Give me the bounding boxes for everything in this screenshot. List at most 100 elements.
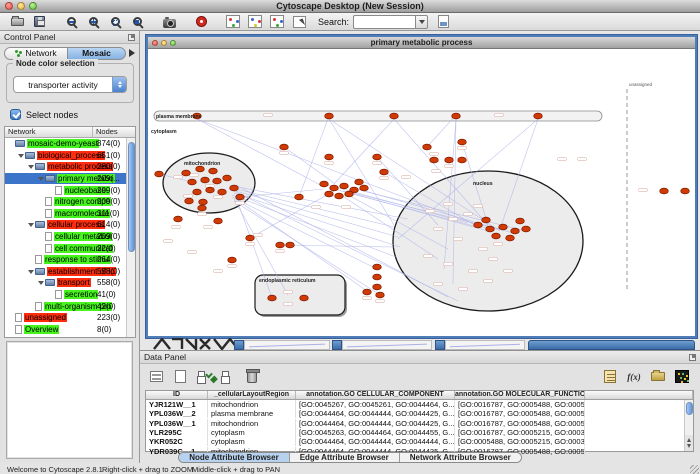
network-node[interactable] — [380, 169, 389, 175]
network-node[interactable] — [452, 113, 461, 119]
column-header-2[interactable]: annotation.GO CELLULAR_COMPONENT — [296, 391, 455, 399]
network-node[interactable] — [506, 235, 515, 241]
network-node[interactable] — [355, 179, 364, 185]
tab-network-attribute-browser[interactable]: Network Attribute Browser — [400, 453, 521, 462]
network-node[interactable] — [199, 199, 208, 205]
network-node[interactable] — [330, 185, 339, 191]
network-window-titlebar[interactable]: primary metabolic process — [148, 37, 695, 49]
network-node[interactable] — [214, 218, 223, 224]
tab-edge-attribute-browser[interactable]: Edge Attribute Browser — [290, 453, 400, 462]
network-node[interactable] — [499, 224, 508, 230]
background-window-fragment[interactable] — [435, 340, 445, 350]
network-node[interactable] — [681, 188, 690, 194]
tree-item-cellular-metabol[interactable]: cellular metabol209(0) — [5, 231, 135, 243]
snapshot-icon[interactable] — [158, 14, 180, 30]
network-node[interactable] — [423, 144, 432, 150]
tree-item-mosaic-demo-yeast[interactable]: mosaic-demo-yeast874(0) — [5, 138, 135, 150]
select-attributes-icon[interactable] — [193, 368, 215, 386]
float-panel-icon[interactable] — [128, 34, 135, 41]
tree-expand-icon[interactable] — [28, 163, 35, 170]
birds-eye-view[interactable] — [6, 341, 133, 459]
tab-node-attribute-browser[interactable]: Node Attribute Browser — [179, 453, 290, 462]
tree-item-transport[interactable]: transport558(0) — [5, 277, 135, 289]
network-node[interactable] — [660, 188, 669, 194]
network-node[interactable] — [185, 198, 194, 204]
search-dropdown-button[interactable] — [415, 15, 428, 29]
filter-icon[interactable] — [266, 14, 288, 30]
network-node[interactable] — [155, 171, 164, 177]
network-node[interactable] — [223, 175, 232, 181]
network-node[interactable] — [320, 181, 329, 187]
tree-item-multi-organism-pro[interactable]: multi-organism pro42(0) — [5, 300, 135, 312]
help-icon[interactable] — [190, 14, 212, 30]
zoom-in-icon[interactable] — [82, 14, 104, 30]
network-node[interactable] — [373, 284, 382, 290]
tree-item-cell-communicat[interactable]: cell communicat22(0) — [5, 242, 135, 254]
matrix-icon[interactable] — [671, 368, 693, 386]
tab-overflow-arrow-icon[interactable] — [129, 49, 135, 57]
network-node[interactable] — [373, 154, 382, 160]
network-node[interactable] — [325, 191, 334, 197]
table-row[interactable]: YPL036W__2plasma membrane[GO:0044464, GO… — [146, 409, 693, 418]
network-node[interactable] — [445, 157, 454, 163]
resize-grip[interactable] — [690, 465, 699, 474]
network-node[interactable] — [430, 157, 439, 163]
search-input[interactable] — [353, 15, 415, 29]
zoom-out-icon[interactable] — [60, 14, 82, 30]
network-node[interactable] — [486, 226, 495, 232]
node-color-dropdown[interactable]: transporter activity — [13, 76, 127, 93]
zoom-window-button[interactable] — [29, 2, 37, 10]
close-button[interactable] — [5, 2, 13, 10]
tree-item-macromolecule[interactable]: macromolecule311(0) — [5, 208, 135, 220]
network-node[interactable] — [230, 185, 239, 191]
network-node[interactable] — [458, 139, 467, 145]
table-row[interactable]: YKR052Ccytoplasm[GO:0044464, GO:0044444,… — [146, 437, 693, 446]
network-node[interactable] — [325, 154, 334, 160]
network-node[interactable] — [295, 194, 304, 200]
minimize-button[interactable] — [17, 2, 25, 10]
network-canvas[interactable]: plasma membranecytoplasmmitochondrionnuc… — [148, 49, 695, 336]
network-node[interactable] — [340, 183, 349, 189]
network-node[interactable] — [201, 177, 210, 183]
table-row[interactable]: YPL036W__1mitochondrion[GO:0044464, GO:0… — [146, 419, 693, 428]
tree-expand-icon[interactable] — [18, 152, 25, 159]
zoom-fit-icon[interactable] — [126, 14, 148, 30]
network-node[interactable] — [373, 274, 382, 280]
zoom-selected-icon[interactable] — [104, 14, 126, 30]
tree-item-primary-metabo[interactable]: primary metabo209(... — [5, 173, 135, 185]
tree-expand-icon[interactable] — [38, 175, 45, 182]
network-node[interactable] — [335, 193, 344, 199]
network-node[interactable] — [280, 144, 289, 150]
save-session-icon[interactable] — [28, 14, 50, 30]
vizmapper-icon[interactable] — [244, 14, 266, 30]
background-window-fragment[interactable] — [332, 340, 342, 350]
tree-expand-icon[interactable] — [38, 279, 45, 286]
import-attributes-icon[interactable] — [647, 368, 669, 386]
table-row[interactable]: YJR121W__1mitochondrion[GO:0045267, GO:0… — [146, 400, 693, 409]
tree-item-response-to-stimul[interactable]: response to stimul264(0) — [5, 254, 135, 266]
attribute-batch-icon[interactable] — [599, 368, 621, 386]
select-nodes-checkbox[interactable] — [10, 109, 21, 120]
table-scrollbar-thumb[interactable] — [686, 402, 693, 415]
table-scroll-arrows[interactable] — [684, 435, 693, 451]
tree-item-nucleobase-[interactable]: nucleobase-209(0) — [5, 184, 135, 196]
column-header-0[interactable]: ID — [146, 391, 208, 399]
network-node[interactable] — [198, 205, 207, 211]
table-row[interactable]: YLR295Ccytoplasm[GO:0045263, GO:0044464,… — [146, 428, 693, 437]
network-node[interactable] — [458, 157, 467, 163]
network-node[interactable] — [206, 187, 215, 193]
tree-column-nodes[interactable]: Nodes — [93, 127, 135, 137]
network-node[interactable] — [228, 257, 237, 263]
network-node[interactable] — [492, 233, 501, 239]
network-node[interactable] — [174, 216, 183, 222]
function-builder-icon[interactable]: f(x) — [623, 368, 645, 386]
network-node[interactable] — [213, 178, 222, 184]
network-minimize-button[interactable] — [161, 40, 167, 46]
network-zoom-button[interactable] — [170, 40, 176, 46]
column-header-1[interactable]: _cellularLayoutRegion — [208, 391, 296, 399]
attribute-setup-icon[interactable] — [432, 14, 454, 30]
tree-expand-icon[interactable] — [28, 221, 35, 228]
network-node[interactable] — [188, 179, 197, 185]
network-node[interactable] — [209, 168, 218, 174]
tree-item-overview[interactable]: Overview8(0) — [5, 324, 135, 336]
